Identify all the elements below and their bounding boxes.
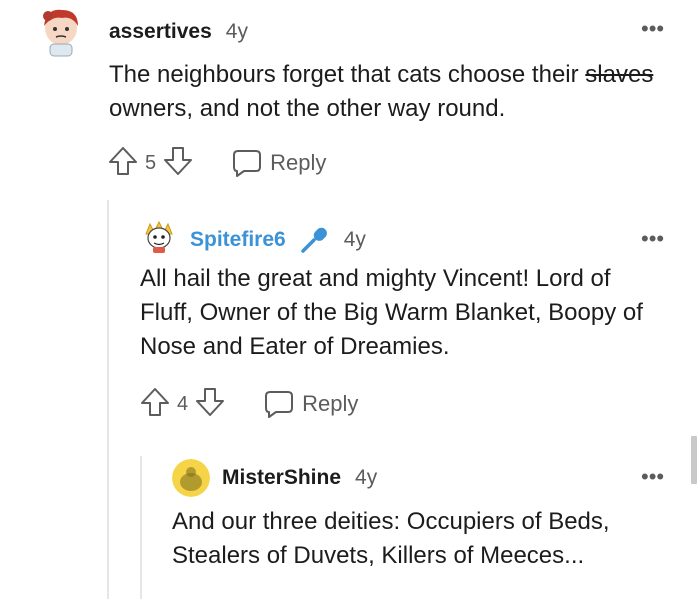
comment-actions: 4 Reply xyxy=(139,387,358,421)
timestamp[interactable]: 4y xyxy=(344,228,366,252)
avatar[interactable] xyxy=(172,459,210,497)
vote-count: 5 xyxy=(145,151,157,174)
thread-line[interactable] xyxy=(140,456,142,599)
comment-meta: assertives 4y xyxy=(109,20,248,44)
reply-button[interactable]: Reply xyxy=(264,390,358,418)
more-options-icon[interactable]: ••• xyxy=(641,228,664,250)
reply-icon xyxy=(233,150,262,177)
downvote-icon[interactable] xyxy=(162,145,194,182)
comment-meta: MisterShine 4y xyxy=(222,466,377,490)
comment-actions: 5 Reply xyxy=(107,146,326,180)
upvote-icon[interactable] xyxy=(107,145,139,182)
struck-text: slaves xyxy=(585,61,654,88)
comment-body: The neighbours forget that cats choose t… xyxy=(109,58,669,126)
vote-count: 4 xyxy=(177,392,189,415)
scrollbar[interactable] xyxy=(691,436,697,484)
reply-label: Reply xyxy=(270,150,327,175)
timestamp[interactable]: 4y xyxy=(226,20,248,44)
username[interactable]: assertives xyxy=(109,20,212,44)
upvote-icon[interactable] xyxy=(139,386,171,423)
reply-button[interactable]: Reply xyxy=(232,149,326,177)
comment-body: And our three deities: Occupiers of Beds… xyxy=(172,508,610,569)
avatar[interactable] xyxy=(142,220,176,254)
reply-label: Reply xyxy=(302,391,359,416)
thread-line[interactable] xyxy=(107,200,109,599)
comment-body: All hail the great and mighty Vincent! L… xyxy=(140,265,643,360)
avatar[interactable] xyxy=(38,6,84,58)
username[interactable]: MisterShine xyxy=(222,466,341,490)
microphone-icon xyxy=(300,226,330,254)
comment-meta: Spitefire6 4y xyxy=(190,226,366,254)
reply-icon xyxy=(265,391,294,418)
comment-text: owners, and not the other way round. xyxy=(109,95,506,122)
downvote-icon[interactable] xyxy=(194,386,226,423)
username[interactable]: Spitefire6 xyxy=(190,228,286,252)
comment-text: The neighbours forget that cats choose t… xyxy=(109,61,586,88)
more-options-icon[interactable]: ••• xyxy=(641,466,664,488)
timestamp[interactable]: 4y xyxy=(355,466,377,490)
more-options-icon[interactable]: ••• xyxy=(641,18,664,40)
